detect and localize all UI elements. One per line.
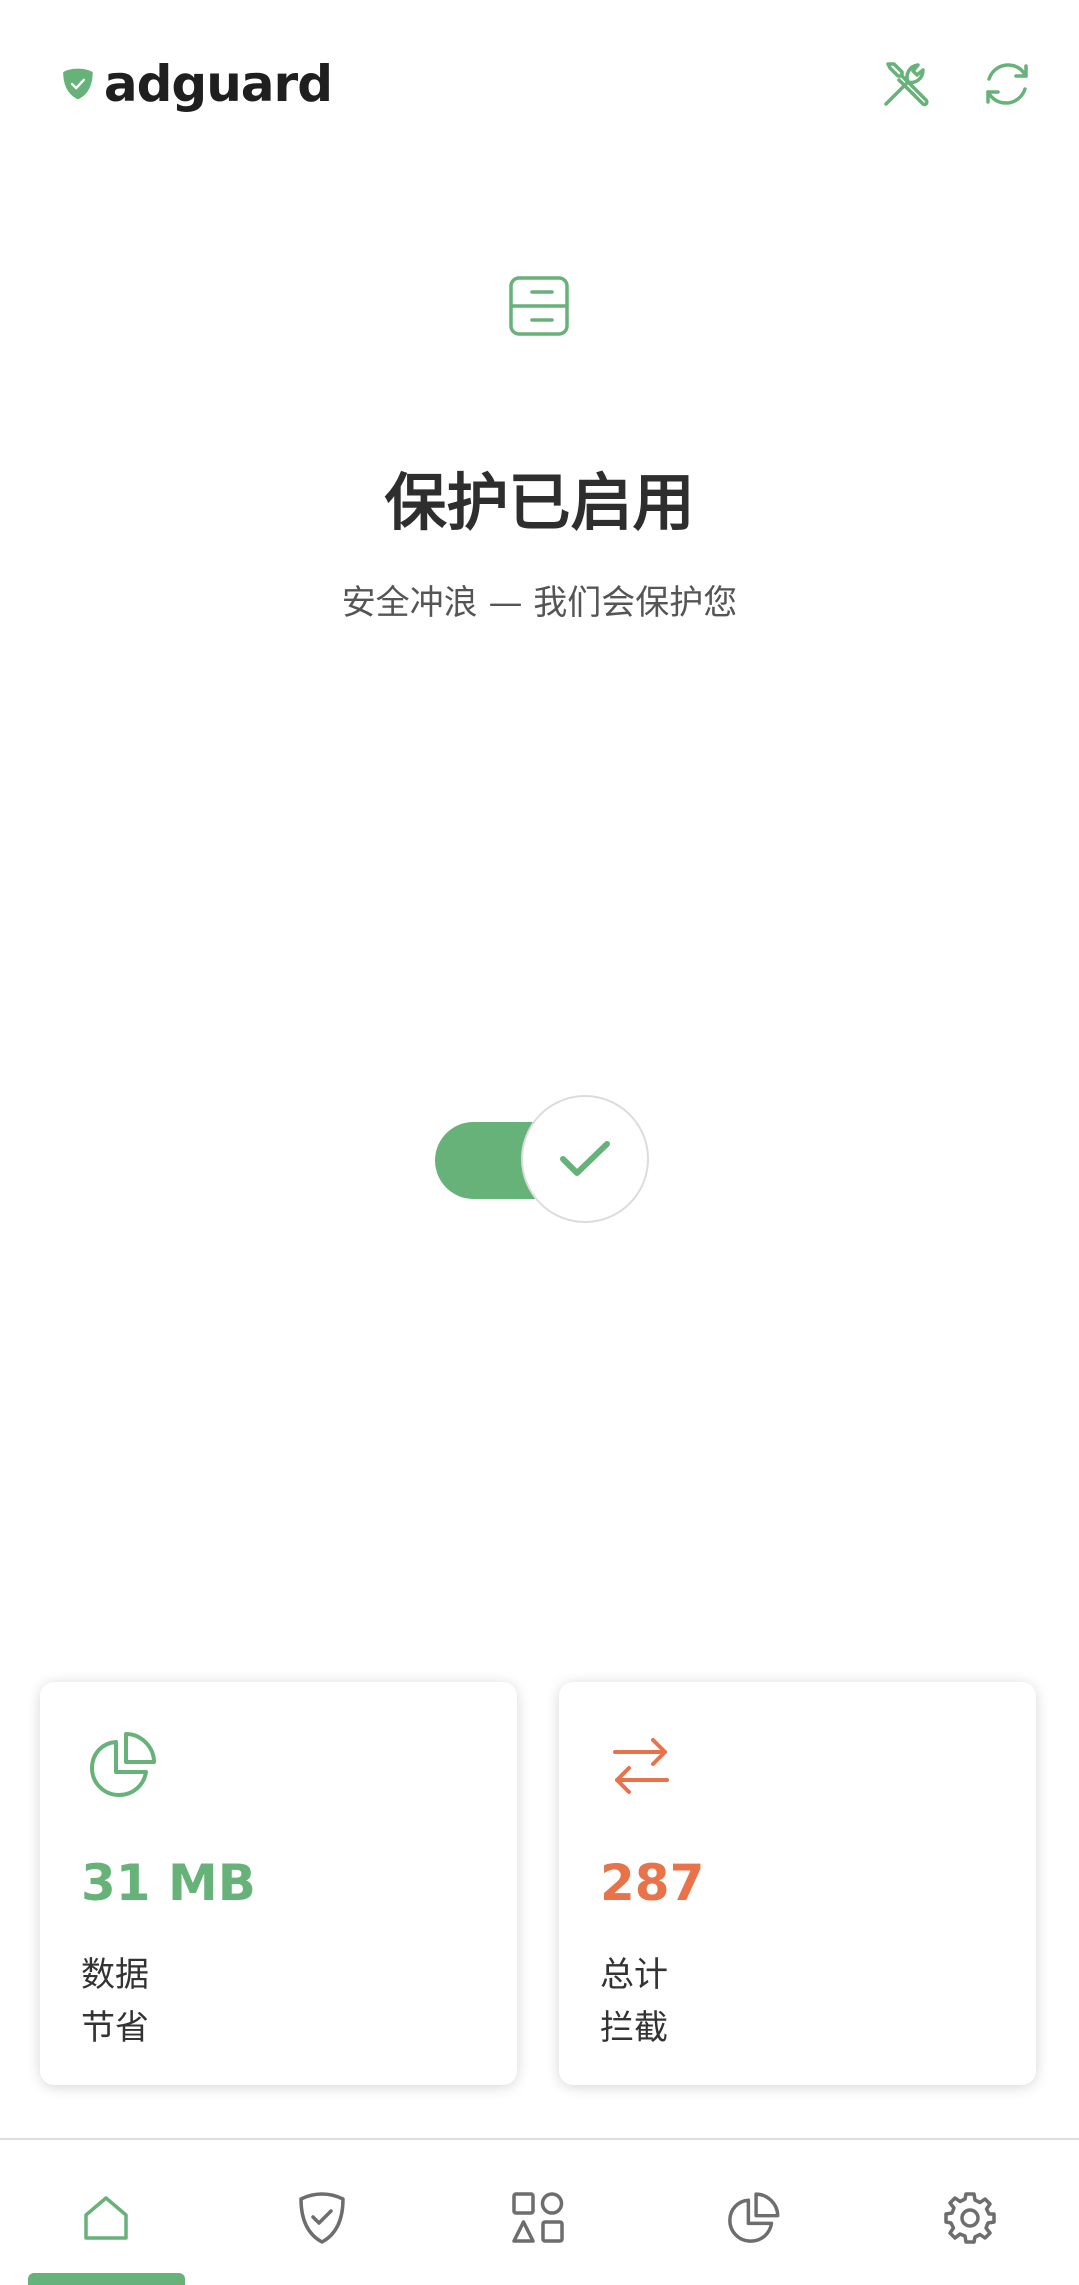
- protection-status-title: 保护已启用: [384, 466, 695, 539]
- nav-settings[interactable]: [925, 2178, 1015, 2258]
- bottom-nav-divider: [0, 2138, 1079, 2140]
- refresh-icon: [986, 63, 1028, 105]
- nav-home[interactable]: [61, 2178, 151, 2258]
- total-blocked-label-line2: 拦截: [600, 2008, 668, 2048]
- shield-logo-icon: [63, 68, 93, 100]
- adguard-logo: adguard: [62, 54, 333, 114]
- brand-name: adguard: [103, 55, 333, 113]
- total-blocked-card[interactable]: 287 总计 拦截: [559, 1682, 1036, 2085]
- data-saved-label-line2: 节省: [81, 2008, 149, 2048]
- nav-apps[interactable]: [493, 2178, 583, 2258]
- transfer-arrows-icon: [613, 1738, 669, 1794]
- checkmark-icon: [560, 1141, 610, 1176]
- statistics-icon: [728, 2192, 780, 2243]
- settings-icon: [944, 2192, 996, 2244]
- protection-status-subtitle: 安全冲浪 — 我们会保护您: [341, 583, 738, 623]
- nav-active-indicator: [28, 2273, 185, 2285]
- tools-button[interactable]: [876, 54, 936, 114]
- refresh-button[interactable]: [977, 54, 1037, 114]
- nav-statistics[interactable]: [708, 2178, 798, 2258]
- nav-protection[interactable]: [277, 2178, 367, 2258]
- apps-icon: [512, 2192, 564, 2243]
- data-saved-value: 31 MB: [81, 1854, 256, 1912]
- shield-check-icon: [299, 2192, 345, 2244]
- pie-chart-icon: [90, 1732, 156, 1797]
- toggle-knob[interactable]: [521, 1095, 649, 1223]
- tools-icon: [884, 62, 929, 107]
- total-blocked-label-line1: 总计: [600, 1955, 668, 1995]
- dns-server-icon: [508, 275, 570, 337]
- data-saved-label-line1: 数据: [81, 1955, 149, 1995]
- data-saved-card[interactable]: 31 MB 数据 节省: [40, 1682, 517, 2085]
- home-icon: [84, 2196, 128, 2240]
- total-blocked-value: 287: [600, 1854, 705, 1912]
